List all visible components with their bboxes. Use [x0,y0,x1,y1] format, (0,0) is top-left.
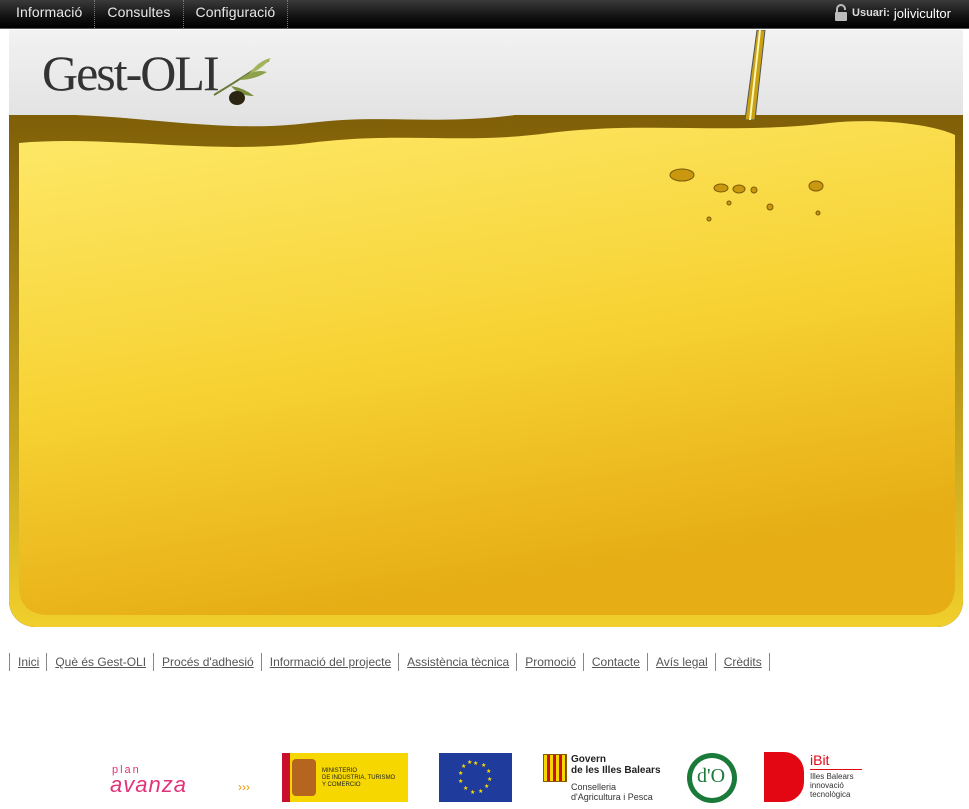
do-mallorca-logo[interactable]: d'O [687,753,737,803]
svg-text:★: ★ [486,768,491,775]
plan-avanza-logo[interactable]: plan avanza ››› [110,764,255,797]
eu-stars-icon: ★ ★★ ★★★ ★★★ ★★★ [458,759,492,796]
svg-text:★: ★ [458,778,463,785]
ministerio-logo[interactable]: MINISTERIO DE INDUSTRIA, TURISMO Y COMER… [282,753,408,802]
olive-branch-icon [213,58,271,105]
ibit-b-icon [764,752,804,802]
svg-text:★: ★ [473,760,478,767]
balearic-flag-icon [543,754,567,782]
footer-link-informacio-projecte[interactable]: Informació del projecte [260,653,398,671]
sponsor-logos: plan avanza ››› MINISTERIO DE INDUSTRIA,… [0,750,969,805]
menu-item-configuracio[interactable]: Configuració [184,0,289,28]
svg-text:★: ★ [481,762,486,769]
footer-link-que-es[interactable]: Què és Gest-OLI [46,653,153,671]
oil-illustration [9,115,963,627]
footer-link-promocio[interactable]: Promoció [516,653,583,671]
top-navigation-bar: Informació Consultes Configuració Usuari… [0,0,969,29]
user-name: jolivicultor [893,5,951,21]
menu-item-informacio[interactable]: Informació [4,0,96,28]
site-logo: Gest-OLI [42,45,220,101]
svg-text:★: ★ [461,763,466,770]
svg-text:★: ★ [478,788,483,795]
footer-link-contacte[interactable]: Contacte [582,653,647,671]
svg-text:★: ★ [458,770,463,777]
main-menu: Informació Consultes Configuració [4,0,289,28]
footer-link-inici[interactable]: Inici [9,653,46,671]
footer-link-proces[interactable]: Procés d'adhesió [153,653,261,671]
svg-text:★: ★ [484,783,489,790]
svg-text:★: ★ [470,789,475,796]
footer-links: Inici Què és Gest-OLI Procés d'adhesió I… [9,653,770,671]
eu-flag-logo[interactable]: ★ ★ ★ ★ ★ ★ ★ ★ ★ ★ ★ ★ [439,753,512,802]
user-label: Usuari: [852,7,890,19]
menu-item-consultes[interactable]: Consultes [95,0,184,28]
ibit-logo[interactable]: iBit Illes Balears innovació tecnològica [764,752,864,804]
coat-of-arms-icon [292,759,316,796]
lock-icon [835,4,848,21]
svg-text:★: ★ [463,785,468,792]
svg-text:★: ★ [467,759,472,766]
hero-banner: Gest-OLI [9,30,963,627]
footer-link-assistencia[interactable]: Assistència tècnica [398,653,516,671]
footer-link-credits[interactable]: Crèdits [714,653,770,671]
user-info: Usuari: jolivicultor [834,4,951,22]
footer-link-avis-legal[interactable]: Avís legal [646,653,715,671]
oil-stream [744,30,766,120]
svg-text:★: ★ [487,776,492,783]
govern-illes-balears-logo[interactable]: Govern de les Illes Balears Conselleria … [543,752,663,804]
